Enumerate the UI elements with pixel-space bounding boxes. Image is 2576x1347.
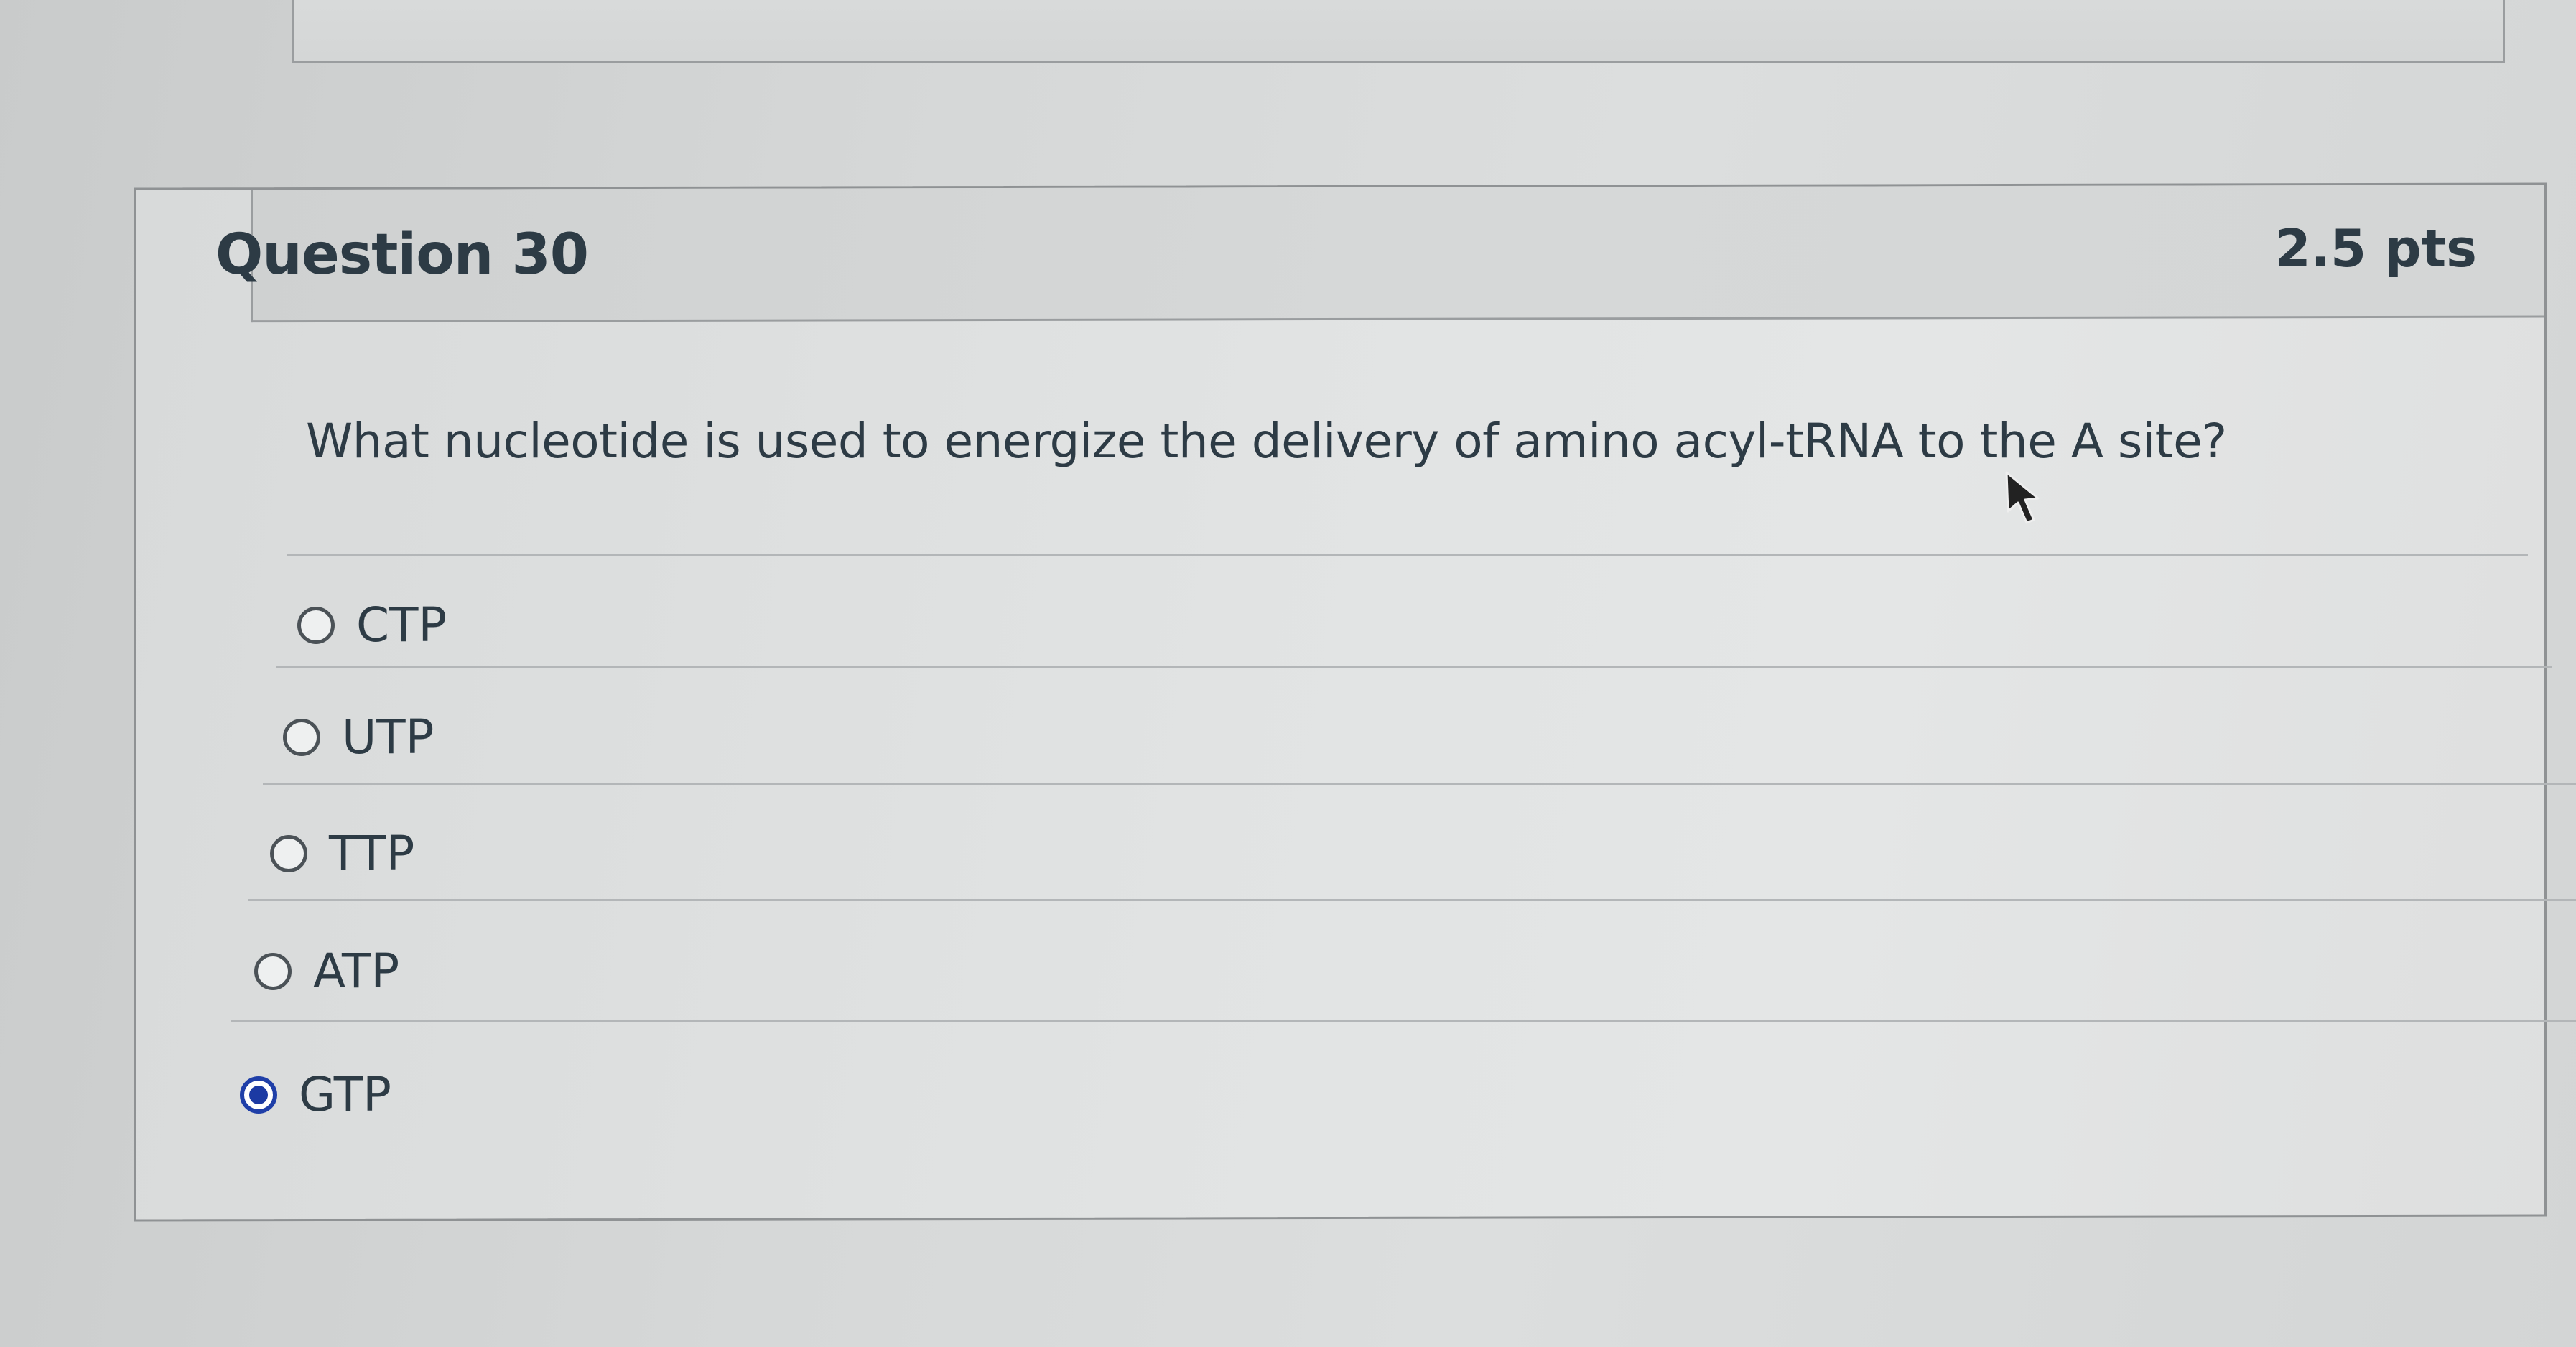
- radio-button[interactable]: [283, 718, 320, 756]
- answer-option-atp[interactable]: ATP: [254, 943, 399, 999]
- divider: [263, 783, 2576, 785]
- answer-option-gtp[interactable]: GTP: [240, 1067, 391, 1122]
- question-points: 2.5 pts: [2274, 218, 2477, 279]
- divider: [231, 1020, 2576, 1022]
- question-text: What nucleotide is used to energize the …: [306, 414, 2227, 469]
- answer-label: ATP: [313, 943, 400, 999]
- radio-button-selected[interactable]: [240, 1076, 277, 1114]
- radio-button[interactable]: [254, 952, 292, 990]
- divider: [287, 554, 2528, 556]
- previous-question-card: [292, 0, 2505, 63]
- radio-button[interactable]: [270, 834, 307, 872]
- answer-label: TTP: [329, 826, 415, 881]
- answer-option-ttp[interactable]: TTP: [270, 826, 414, 881]
- divider: [248, 899, 2576, 901]
- question-title: Question 30: [215, 223, 589, 287]
- radio-button[interactable]: [297, 606, 335, 644]
- mouse-pointer-icon: [2005, 471, 2040, 524]
- answer-option-ctp[interactable]: CTP: [297, 597, 447, 653]
- question-header: [251, 185, 2544, 323]
- answer-option-utp[interactable]: UTP: [283, 709, 434, 765]
- question-card: [134, 182, 2547, 1222]
- answer-label: UTP: [342, 709, 434, 765]
- divider: [276, 666, 2552, 668]
- answer-label: GTP: [299, 1067, 391, 1122]
- answer-label: CTP: [356, 597, 447, 653]
